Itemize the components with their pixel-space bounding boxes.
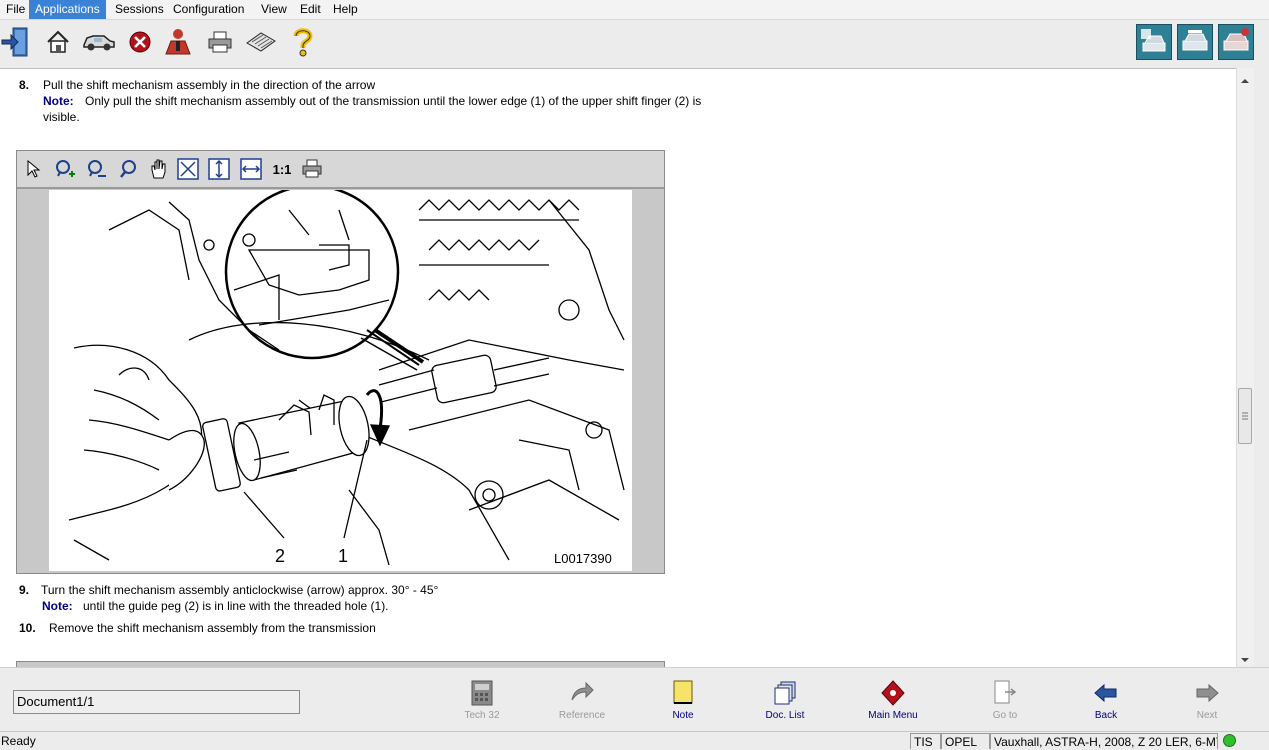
scroll-up-icon[interactable] — [1240, 74, 1250, 88]
next-icon — [1196, 683, 1219, 703]
vehicle-tool-1-icon[interactable] — [1136, 24, 1172, 60]
stop-icon[interactable] — [124, 26, 156, 58]
status-system: TIS — [910, 733, 941, 749]
reference-button[interactable]: Reference — [542, 678, 622, 726]
note-text: until the guide peg (2) is in line with … — [83, 599, 389, 613]
status-text: Ready — [1, 734, 36, 748]
select-icon[interactable] — [23, 158, 45, 180]
note-icon — [673, 680, 693, 704]
vehicle-tool-3-icon[interactable] — [1218, 24, 1254, 60]
user-icon[interactable] — [162, 26, 194, 58]
tech32-button[interactable]: Tech 32 — [442, 678, 522, 726]
back-icon — [1094, 683, 1117, 703]
menu-bar: File Applications Sessions Configuration… — [0, 0, 1269, 20]
image-viewer: 1:1 2 1 L0017390 — [16, 150, 665, 574]
fit-width-icon[interactable] — [240, 158, 262, 180]
viewer-toolbar: 1:1 — [17, 151, 664, 189]
vertical-scrollbar[interactable] — [1236, 68, 1254, 666]
vehicle-tool-2-icon[interactable] — [1177, 24, 1213, 60]
menu-sessions[interactable]: Sessions — [109, 0, 170, 19]
pan-hand-icon[interactable] — [148, 158, 170, 180]
tech32-label: Tech 32 — [464, 710, 500, 721]
document-pane: 8. Pull the shift mechanism assembly in … — [0, 68, 1236, 667]
go-to-icon — [994, 680, 1017, 704]
reference-label: Reference — [558, 710, 606, 721]
zoom-icon[interactable] — [117, 158, 139, 180]
document-field[interactable]: Document1/1 — [13, 690, 300, 714]
doc-list-icon — [774, 681, 796, 705]
connection-status-indicator — [1223, 734, 1236, 747]
callout-label-1: 1 — [338, 546, 348, 566]
print-icon[interactable] — [301, 158, 323, 180]
go-to-label: Go to — [992, 710, 1018, 721]
scroll-thumb[interactable] — [1238, 388, 1252, 444]
doc-list-label: Doc. List — [765, 710, 805, 721]
reference-icon — [571, 681, 594, 701]
menu-edit[interactable]: Edit — [294, 0, 327, 19]
menu-configuration[interactable]: Configuration — [167, 0, 250, 19]
back-button[interactable]: Back — [1066, 678, 1146, 726]
zoom-in-icon[interactable] — [54, 158, 76, 180]
main-menu-icon — [881, 680, 905, 706]
menu-applications[interactable]: Applications — [29, 0, 106, 19]
note-button[interactable]: Note — [643, 678, 723, 726]
home-icon[interactable] — [42, 26, 74, 58]
step-number: 8. — [19, 78, 30, 92]
step-number: 10. — [19, 621, 36, 635]
scroll-down-icon[interactable] — [1240, 653, 1250, 667]
tech32-icon — [471, 680, 493, 706]
callout-label-2: 2 — [275, 546, 285, 566]
status-brand: OPEL — [941, 733, 990, 749]
exit-icon[interactable] — [0, 26, 32, 58]
note-text-continued: visible. — [43, 110, 80, 124]
status-bar: Ready TIS OPEL Vauxhall, ASTRA-H, 2008, … — [0, 731, 1269, 750]
main-menu-button[interactable]: Main Menu — [853, 678, 933, 726]
go-to-button[interactable]: Go to — [965, 678, 1045, 726]
status-vehicle: Vauxhall, ASTRA-H, 2008, Z 20 LER, 6-MT — [990, 733, 1218, 749]
help-icon[interactable] — [287, 26, 319, 58]
step-text: Turn the shift mechanism assembly anticl… — [41, 583, 439, 597]
vehicle-icon[interactable] — [82, 26, 116, 58]
menu-help[interactable]: Help — [327, 0, 364, 19]
next-label: Next — [1196, 710, 1218, 721]
step-number: 9. — [19, 583, 30, 597]
navigation-bar: Document1/1 Tech 32 Reference Note Doc. … — [0, 667, 1269, 732]
step-text: Pull the shift mechanism assembly in the… — [43, 78, 376, 92]
note-text: Only pull the shift mechanism assembly o… — [85, 94, 702, 108]
next-button[interactable]: Next — [1167, 678, 1247, 726]
back-label: Back — [1094, 710, 1118, 721]
note-label: Note: — [42, 599, 73, 613]
menu-file[interactable]: File — [0, 0, 31, 19]
zoom-out-icon[interactable] — [86, 158, 108, 180]
keyboard-icon[interactable] — [245, 26, 277, 58]
main-toolbar — [0, 20, 1269, 66]
fit-height-icon[interactable] — [208, 158, 230, 180]
step-text: Remove the shift mechanism assembly from… — [49, 621, 376, 635]
actual-size-button[interactable]: 1:1 — [270, 158, 294, 180]
menu-view[interactable]: View — [255, 0, 293, 19]
note-label: Note: — [43, 94, 74, 108]
doc-list-button[interactable]: Doc. List — [745, 678, 825, 726]
technical-illustration[interactable]: 2 1 L0017390 — [49, 190, 632, 571]
print-icon[interactable] — [204, 26, 236, 58]
fit-page-icon[interactable] — [177, 158, 199, 180]
main-menu-label: Main Menu — [868, 710, 918, 721]
figure-reference-code: L0017390 — [554, 551, 612, 566]
note-label: Note — [672, 710, 694, 721]
